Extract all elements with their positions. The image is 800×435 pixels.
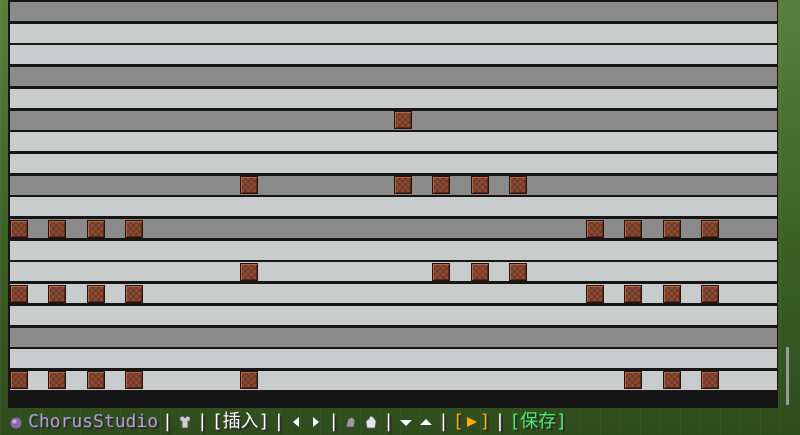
separator: | (273, 411, 285, 432)
note-block[interactable] (125, 284, 144, 303)
note-block[interactable] (624, 219, 643, 238)
note-block[interactable] (240, 176, 259, 195)
note-lane[interactable] (10, 45, 777, 65)
horse-armor-icon[interactable] (343, 411, 359, 433)
note-lane[interactable] (10, 132, 777, 152)
note-block[interactable] (86, 219, 105, 238)
note-lane[interactable] (10, 197, 777, 217)
note-lane[interactable] (10, 327, 777, 347)
app-title: ChorusStudio (28, 411, 159, 432)
note-block[interactable] (240, 262, 259, 281)
triangle-up-icon[interactable] (418, 411, 434, 433)
note-lane[interactable] (10, 67, 777, 87)
note-lane[interactable] (10, 305, 777, 325)
separator: | (328, 411, 340, 432)
separator: | (494, 411, 506, 432)
note-block[interactable] (86, 284, 105, 303)
toolbar: ChorusStudio | | [插入] | | | | [] | [保存] (8, 411, 658, 433)
play-button[interactable]: [] (453, 411, 491, 433)
note-block[interactable] (125, 219, 144, 238)
note-block[interactable] (701, 284, 720, 303)
note-block[interactable] (86, 371, 105, 390)
note-block[interactable] (701, 371, 720, 390)
chestplate-icon[interactable] (177, 411, 193, 433)
triangle-left-icon[interactable] (288, 411, 304, 433)
scrollbar[interactable] (786, 347, 789, 405)
note-block[interactable] (10, 371, 28, 390)
separator: | (437, 411, 449, 432)
note-block[interactable] (48, 371, 67, 390)
note-block[interactable] (586, 219, 604, 238)
note-block[interactable] (394, 111, 412, 129)
play-icon (466, 417, 477, 427)
note-lane[interactable] (10, 88, 777, 108)
note-grid[interactable] (8, 0, 778, 408)
note-block[interactable] (432, 176, 451, 195)
note-block[interactable] (48, 219, 67, 238)
note-block[interactable] (240, 371, 259, 390)
note-block[interactable] (701, 219, 720, 238)
note-block[interactable] (470, 176, 489, 195)
note-block[interactable] (624, 371, 643, 390)
insert-button[interactable]: [插入] (212, 411, 270, 433)
note-lane[interactable] (10, 153, 777, 173)
note-block[interactable] (125, 371, 144, 390)
note-block[interactable] (48, 284, 67, 303)
hand-icon[interactable] (363, 411, 379, 433)
save-button[interactable]: [保存] (509, 411, 567, 433)
note-block[interactable] (470, 262, 489, 281)
separator: | (162, 411, 173, 432)
note-block[interactable] (432, 262, 451, 281)
note-block[interactable] (586, 284, 604, 303)
separator: | (196, 411, 208, 432)
triangle-right-icon[interactable] (308, 411, 324, 433)
separator: | (383, 411, 394, 432)
note-lane[interactable] (10, 2, 777, 21)
note-block[interactable] (10, 219, 28, 238)
chorus-fruit-icon (8, 411, 24, 433)
note-block[interactable] (10, 284, 28, 303)
note-lane[interactable] (10, 240, 777, 260)
note-block[interactable] (509, 262, 528, 281)
note-lane[interactable] (10, 23, 777, 43)
triangle-down-icon[interactable] (398, 411, 414, 433)
note-block[interactable] (509, 176, 528, 195)
note-block[interactable] (662, 219, 681, 238)
note-block[interactable] (624, 284, 643, 303)
note-block[interactable] (662, 371, 681, 390)
note-block[interactable] (394, 176, 412, 195)
note-block[interactable] (662, 284, 681, 303)
note-lane[interactable] (10, 349, 777, 369)
note-lane[interactable] (10, 262, 777, 282)
